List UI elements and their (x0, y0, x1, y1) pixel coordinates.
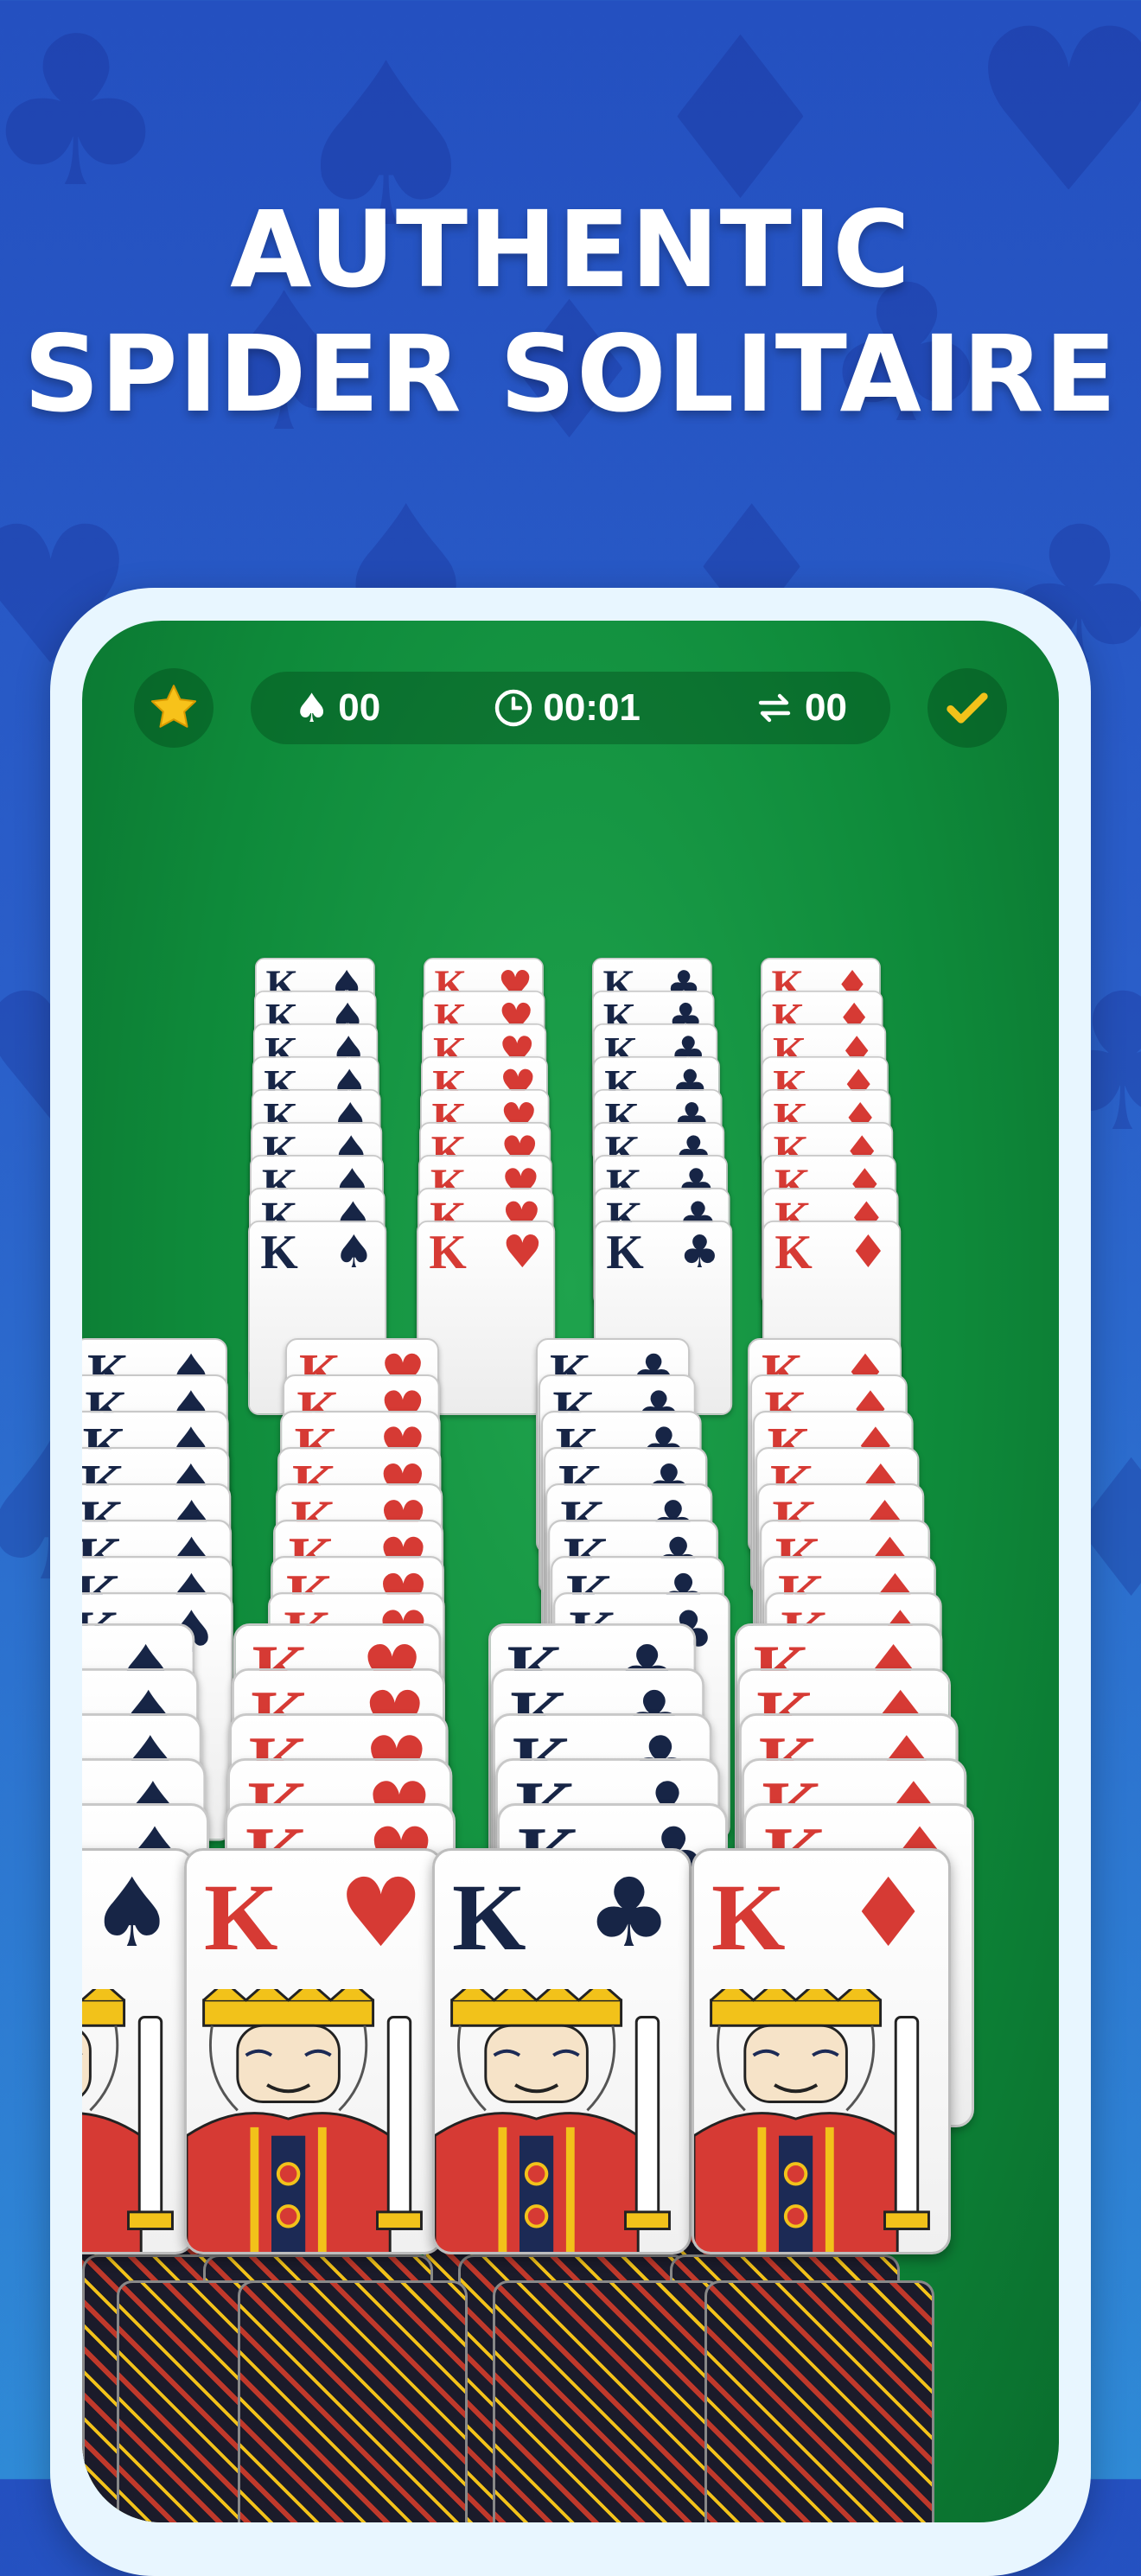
card-suit-icon: ♣ (586, 1858, 672, 1968)
card-rank: K (774, 1226, 813, 1279)
card-suit-icon: ♥ (502, 1225, 543, 1278)
king-portrait-icon (82, 1989, 174, 2252)
headline-line-2: SPIDER SOLITAIRE (23, 313, 1118, 436)
timer-value: 00:01 (543, 686, 641, 729)
favorite-button[interactable] (134, 668, 214, 748)
card-rank: K (452, 1865, 526, 1970)
front-card-king-diamonds[interactable]: K ♦ (692, 1848, 951, 2254)
clock-icon (495, 689, 532, 727)
background-club-icon: ♣ (0, 0, 169, 233)
spade-icon: ♠ (294, 685, 330, 731)
king-portrait-icon (694, 1989, 930, 2252)
timer-stat: 00:01 (493, 686, 641, 730)
card-suit-icon: ♦ (848, 1225, 889, 1278)
card-suit-icon: ♦ (845, 1858, 931, 1968)
swap-icon (758, 693, 791, 723)
card-rank: K (711, 1865, 786, 1970)
card-back-stack (493, 2280, 723, 2522)
card-suit-icon: ♠ (89, 1858, 175, 1968)
headline-line-1: AUTHENTIC (230, 188, 911, 311)
king-portrait-icon (187, 1989, 423, 2252)
card-rank: K (429, 1226, 467, 1279)
front-card-king-spades[interactable]: K♠ (82, 1848, 194, 2254)
card-suit-icon: ♣ (679, 1225, 720, 1278)
moves-count: 00 (805, 686, 847, 729)
card-suit-icon: ♥ (338, 1858, 424, 1968)
game-table: ♠ 00 00:01 00 K♠K♠K♠K♠K♠K♠K (82, 621, 1059, 2522)
game-top-bar: ♠ 00 00:01 00 (82, 668, 1059, 755)
completed-suits-count: 00 (338, 686, 381, 729)
hint-check-button[interactable] (927, 668, 1007, 748)
stats-bar: ♠ 00 00:01 00 (251, 672, 890, 744)
king-portrait-icon (435, 1989, 671, 2252)
star-icon (150, 685, 197, 728)
card-suit-icon: ♠ (334, 1225, 374, 1278)
completed-suits-stat: ♠ 00 (294, 685, 380, 731)
moves-stat: 00 (753, 686, 847, 730)
card-rank: K (204, 1865, 278, 1970)
card-back-stack (238, 2280, 468, 2522)
card-rank: K (260, 1226, 298, 1279)
front-card-king-hearts[interactable]: K ♥ (184, 1848, 443, 2254)
card-rank: K (606, 1226, 644, 1279)
card-back-stack (704, 2280, 934, 2522)
check-icon (947, 692, 988, 724)
front-card-king-clubs[interactable]: K ♣ (432, 1848, 692, 2254)
